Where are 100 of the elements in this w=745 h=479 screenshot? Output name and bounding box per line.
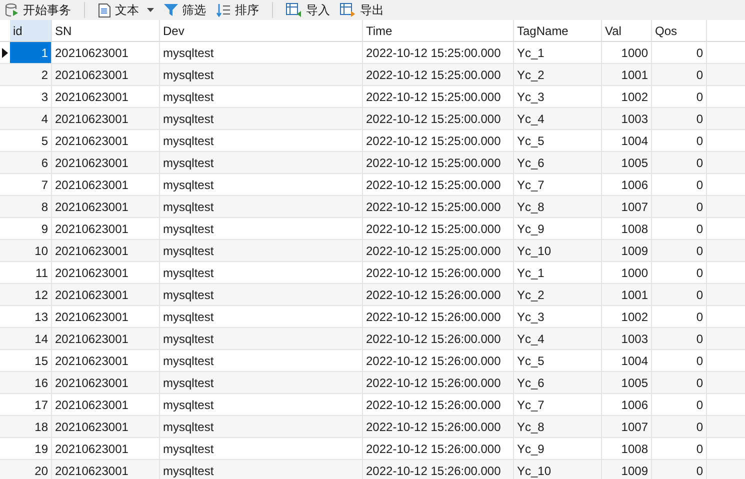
table-cell[interactable]: Yc_2 [514,284,602,305]
table-cell[interactable]: 10 [10,240,52,261]
table-cell[interactable]: 0 [652,262,707,283]
table-cell[interactable]: 2022-10-12 15:26:00.000 [363,328,514,349]
table-cell[interactable]: 15 [10,350,52,371]
table-cell[interactable]: 8 [10,196,52,217]
table-cell[interactable]: 1003 [602,108,652,129]
table-cell[interactable]: mysqltest [160,130,363,151]
table-cell[interactable]: mysqltest [160,306,363,327]
table-cell[interactable]: 0 [652,460,707,479]
table-cell[interactable]: 2022-10-12 15:25:00.000 [363,240,514,261]
table-cell[interactable]: 20210623001 [52,438,160,459]
table-cell[interactable]: Yc_10 [514,460,602,479]
table-cell[interactable]: 0 [652,108,707,129]
table-cell[interactable]: 1009 [602,240,652,261]
table-cell[interactable]: 12 [10,284,52,305]
table-cell[interactable]: 2022-10-12 15:25:00.000 [363,196,514,217]
table-cell[interactable]: 1000 [602,262,652,283]
table-cell[interactable]: 20210623001 [52,86,160,107]
table-cell[interactable]: 1001 [602,284,652,305]
table-cell[interactable]: 20210623001 [52,460,160,479]
table-cell[interactable]: 0 [652,284,707,305]
table-cell[interactable]: Yc_3 [514,306,602,327]
table-cell[interactable]: mysqltest [160,64,363,85]
toolbar-button[interactable]: 文本 [95,1,157,19]
table-cell[interactable]: 2022-10-12 15:26:00.000 [363,284,514,305]
table-cell[interactable]: mysqltest [160,174,363,195]
table-cell[interactable]: 20210623001 [52,284,160,305]
table-cell[interactable]: 0 [652,394,707,415]
table-cell[interactable]: 1004 [602,130,652,151]
table-cell[interactable]: 2022-10-12 15:25:00.000 [363,174,514,195]
table-cell[interactable]: 19 [10,438,52,459]
table-cell[interactable]: 2022-10-12 15:26:00.000 [363,460,514,479]
table-cell[interactable]: 20210623001 [52,152,160,173]
table-cell[interactable]: 0 [652,350,707,371]
table-cell[interactable]: 2022-10-12 15:26:00.000 [363,372,514,393]
table-cell[interactable]: mysqltest [160,416,363,437]
table-cell[interactable]: 2 [10,64,52,85]
table-cell[interactable]: 1002 [602,306,652,327]
table-cell[interactable]: mysqltest [160,284,363,305]
table-cell[interactable]: 0 [652,196,707,217]
table-cell[interactable]: 16 [10,372,52,393]
table-cell[interactable]: 2022-10-12 15:25:00.000 [363,86,514,107]
table-cell[interactable]: Yc_7 [514,394,602,415]
table-cell[interactable]: 6 [10,152,52,173]
table-cell[interactable]: 9 [10,218,52,239]
table-cell[interactable]: mysqltest [160,86,363,107]
table-cell[interactable]: 20210623001 [52,328,160,349]
table-cell[interactable]: Yc_9 [514,438,602,459]
table-cell[interactable]: 14 [10,328,52,349]
column-header[interactable]: Val [602,20,652,41]
toolbar-button[interactable]: 筛选 [161,1,209,19]
table-cell[interactable]: 2022-10-12 15:26:00.000 [363,438,514,459]
table-cell[interactable]: 0 [652,372,707,393]
table-cell[interactable]: 3 [10,86,52,107]
table-cell[interactable]: 1004 [602,350,652,371]
table-cell[interactable]: mysqltest [160,152,363,173]
table-cell[interactable]: 1007 [602,416,652,437]
table-cell[interactable]: 20210623001 [52,130,160,151]
table-cell[interactable]: mysqltest [160,438,363,459]
toolbar-button[interactable]: 导入 [283,1,333,19]
table-cell[interactable]: Yc_9 [514,218,602,239]
table-cell[interactable]: 2022-10-12 15:25:00.000 [363,218,514,239]
toolbar-button[interactable]: 开始事务 [2,1,74,19]
table-cell[interactable]: 20210623001 [52,262,160,283]
table-cell[interactable]: 1005 [602,152,652,173]
table-cell[interactable]: 20210623001 [52,108,160,129]
toolbar-button[interactable]: 排序 [213,1,262,19]
table-cell[interactable]: 20210623001 [52,416,160,437]
table-cell[interactable]: 20210623001 [52,42,160,63]
table-cell[interactable]: 2022-10-12 15:25:00.000 [363,64,514,85]
table-cell[interactable]: mysqltest [160,108,363,129]
table-cell[interactable]: mysqltest [160,328,363,349]
column-header[interactable]: TagName [514,20,602,41]
table-cell[interactable]: mysqltest [160,196,363,217]
table-cell[interactable]: 0 [652,64,707,85]
table-cell[interactable]: 7 [10,174,52,195]
table-cell[interactable]: 18 [10,416,52,437]
table-cell[interactable]: 2022-10-12 15:26:00.000 [363,306,514,327]
table-cell[interactable]: 1002 [602,86,652,107]
table-cell[interactable]: Yc_6 [514,372,602,393]
table-cell[interactable]: 1009 [602,460,652,479]
table-cell[interactable]: 0 [652,240,707,261]
table-cell[interactable]: Yc_8 [514,196,602,217]
table-cell[interactable]: 0 [652,416,707,437]
table-cell[interactable]: 0 [652,218,707,239]
table-cell[interactable]: 2022-10-12 15:26:00.000 [363,394,514,415]
table-cell[interactable]: mysqltest [160,262,363,283]
table-cell[interactable]: mysqltest [160,218,363,239]
table-cell[interactable]: 2022-10-12 15:25:00.000 [363,42,514,63]
table-cell[interactable]: 5 [10,130,52,151]
table-cell[interactable]: Yc_3 [514,86,602,107]
table-cell[interactable]: 20210623001 [52,64,160,85]
table-cell[interactable]: 2022-10-12 15:26:00.000 [363,350,514,371]
toolbar-button[interactable]: 导出 [337,1,387,19]
table-cell[interactable]: 2022-10-12 15:25:00.000 [363,108,514,129]
table-cell[interactable]: Yc_5 [514,130,602,151]
table-cell[interactable]: 1 [10,42,52,63]
table-cell[interactable]: 0 [652,328,707,349]
table-cell[interactable]: 0 [652,174,707,195]
